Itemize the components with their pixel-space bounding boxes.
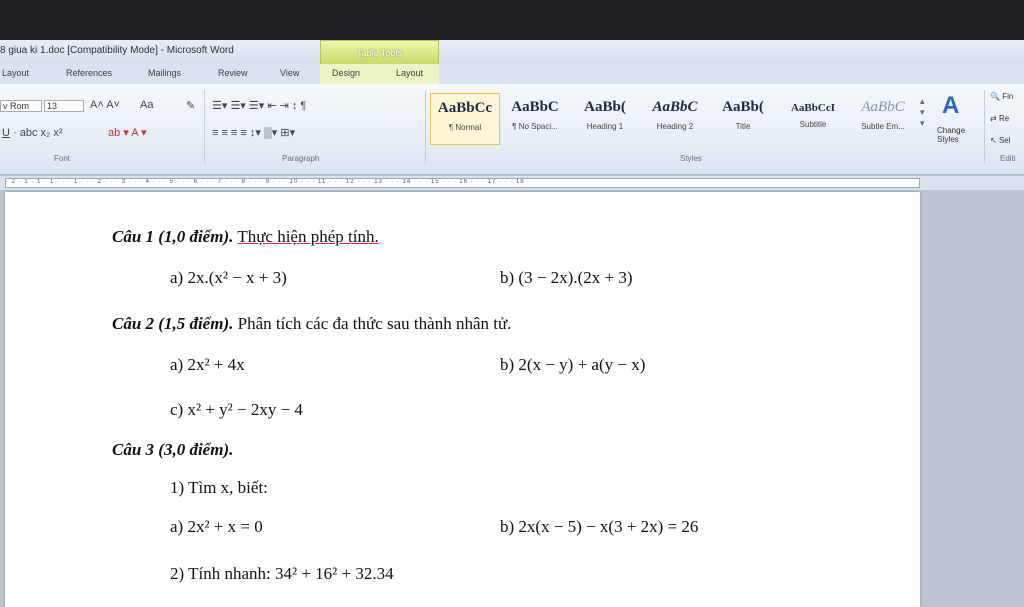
style-preview: AaBb( xyxy=(722,99,764,115)
q3-part-a: a) 2x² + x = 0 xyxy=(170,517,263,536)
screen-top-bar xyxy=(0,0,1024,40)
styles-group-label: Styles xyxy=(680,154,702,163)
window-title: 8 giua ki 1.doc [Compatibility Mode] - M… xyxy=(0,45,234,56)
table-tools-context-tab: Table Tools xyxy=(320,40,439,64)
replace-label: Re xyxy=(998,114,1010,123)
tab-page-layout[interactable]: Layout xyxy=(2,68,29,78)
q2-part-b: b) 2(x − y) + a(y − x) xyxy=(500,355,646,374)
style-heading-1[interactable]: AaBb( Heading 1 xyxy=(570,93,640,145)
question-2: Câu 2 (1,5 điểm). Phân tích các đa thức … xyxy=(112,314,511,334)
separator xyxy=(984,90,985,164)
style-name: Heading 2 xyxy=(656,122,694,131)
change-styles-icon[interactable]: A xyxy=(942,92,959,120)
clear-format-icon[interactable]: ✎ xyxy=(186,99,195,112)
style-name: Subtitle xyxy=(799,120,827,129)
style-name: ¶ No Spaci... xyxy=(512,122,558,131)
q3-item-1: 1) Tìm x, biết: xyxy=(170,478,268,497)
q1-part-b: b) (3 − 2x).(2x + 3) xyxy=(500,268,633,287)
style-preview: AaBbC xyxy=(861,99,905,115)
table-tools-label: Table Tools xyxy=(357,48,402,58)
font-group-label: Font xyxy=(54,154,71,163)
grow-font-icon[interactable]: A˄ A˅ xyxy=(90,99,120,111)
question-1: Câu 1 (1,0 điểm). Thực hiện phép tính. xyxy=(112,227,379,247)
q2-text: Phân tích các đa thức sau thành nhân tử. xyxy=(237,314,512,333)
q2-part-c: c) x² + y² − 2xy − 4 xyxy=(170,400,303,419)
q3-part-b: b) 2x(x − 5) − x(3 + 2x) = 26 xyxy=(500,517,699,536)
style-normal[interactable]: AaBbCc ¶ Normal xyxy=(430,93,500,145)
style-name: Subtle Em... xyxy=(861,122,905,131)
select-label: Sel xyxy=(998,136,1011,145)
style-name: Title xyxy=(735,122,751,131)
bullets-icon[interactable]: ☰▾ ☰▾ ☰▾ ⇤ ⇥ ↕ ¶ xyxy=(212,99,306,112)
separator xyxy=(204,90,205,164)
replace-button[interactable]: ⇄ Re xyxy=(990,114,1009,123)
select-button[interactable]: ↖ Sel xyxy=(990,136,1011,145)
tab-table-layout[interactable]: Layout xyxy=(396,68,423,78)
font-name-box[interactable]: v Rom xyxy=(0,100,42,112)
paragraph-group-label: Paragraph xyxy=(282,154,320,163)
style-subtle-emphasis[interactable]: AaBbC Subtle Em... xyxy=(848,93,918,145)
style-preview: AaBb( xyxy=(584,99,626,115)
q1-text: Thực hiện phép tính. xyxy=(237,227,379,246)
replace-icon: ⇄ xyxy=(990,114,997,123)
style-subtitle[interactable]: AaBbCcI Subtitle xyxy=(778,93,848,145)
style-title[interactable]: AaBb( Title xyxy=(708,93,778,145)
question-3: Câu 3 (3,0 điểm). xyxy=(112,440,233,460)
style-name: ¶ Normal xyxy=(448,123,482,132)
change-case-icon[interactable]: Aa xyxy=(140,99,153,111)
styles-scroll-icon[interactable]: ▴ ▾ ▾ xyxy=(920,96,925,129)
find-button[interactable]: 🔍 Fin xyxy=(990,92,1013,101)
style-preview: AaBbCc xyxy=(437,100,493,116)
text-highlight-icon[interactable]: ab ▾ A ▾ xyxy=(108,126,147,139)
style-preview: AaBbC xyxy=(652,99,698,115)
style-preview: AaBbCcI xyxy=(790,102,835,114)
style-preview: AaBbC xyxy=(511,99,559,115)
tab-mailings[interactable]: Mailings xyxy=(148,68,181,78)
font-size-box[interactable]: 13 xyxy=(44,100,84,112)
style-no-spacing[interactable]: AaBbC ¶ No Spaci... xyxy=(500,93,570,145)
q3-label: Câu 3 (3,0 điểm). xyxy=(112,440,234,459)
style-name: Heading 1 xyxy=(586,122,624,131)
align-icons[interactable]: ≡ ≡ ≡ ≡ ↕▾ ▒▾ ⊞▾ xyxy=(212,126,295,139)
tab-view[interactable]: View xyxy=(280,68,299,78)
change-styles-button[interactable]: Change Styles xyxy=(937,126,979,144)
style-heading-2[interactable]: AaBbC Heading 2 xyxy=(640,93,710,145)
q2-part-a: a) 2x² + 4x xyxy=(170,355,245,374)
q3-item-2: 2) Tính nhanh: 34² + 16² + 32.34 xyxy=(170,564,394,583)
separator xyxy=(425,90,426,164)
find-icon: 🔍 xyxy=(990,92,1000,101)
editing-group-label: Editi xyxy=(1000,154,1016,163)
horizontal-ruler[interactable]: · 2 · 1 · 1 · 1 · · · 1 · · · 2 · · · 3 … xyxy=(5,178,920,188)
tab-design[interactable]: Design xyxy=(332,68,360,78)
q2-label: Câu 2 (1,5 điểm). xyxy=(112,314,234,333)
select-icon: ↖ xyxy=(990,136,997,145)
tab-review[interactable]: Review xyxy=(218,68,248,78)
q1-label: Câu 1 (1,0 điểm). xyxy=(112,227,234,246)
tab-references[interactable]: References xyxy=(66,68,112,78)
find-label: Fin xyxy=(1002,92,1014,101)
q1-part-a: a) 2x.(x² − x + 3) xyxy=(170,268,287,287)
document-page[interactable] xyxy=(5,192,920,607)
underline-strike-icons[interactable]: U · abc x₂ x² xyxy=(2,127,63,139)
